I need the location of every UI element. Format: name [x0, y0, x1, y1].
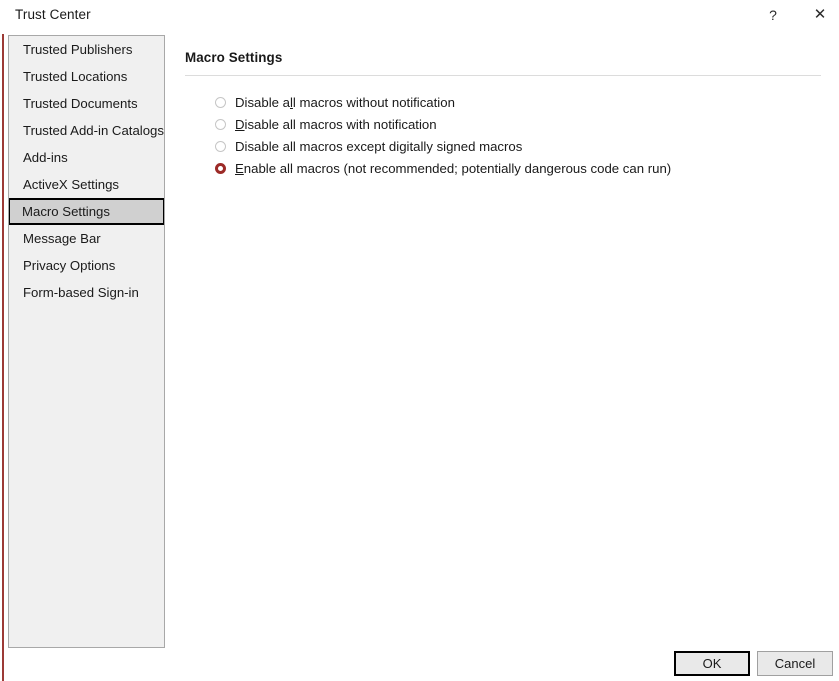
- category-sidebar: Trusted Publishers Trusted Locations Trust…: [8, 35, 165, 648]
- macro-option-label: Disable all macros with notification: [235, 116, 437, 132]
- radio-button-icon[interactable]: [215, 118, 226, 130]
- sidebar-item-trusted-locations[interactable]: Trusted Locations: [9, 63, 164, 90]
- sidebar-item-activex-settings[interactable]: ActiveX Settings: [9, 171, 164, 198]
- sidebar-item-add-ins[interactable]: Add-ins: [9, 144, 164, 171]
- sidebar-item-trusted-publishers[interactable]: Trusted Publishers: [9, 36, 164, 63]
- radio-button-icon[interactable]: [215, 140, 226, 152]
- radio-button-icon[interactable]: [215, 96, 226, 108]
- window-accent-stripe: [2, 0, 4, 681]
- radio-button-icon[interactable]: [215, 162, 226, 174]
- sidebar-item-message-bar[interactable]: Message Bar: [9, 225, 164, 252]
- macro-option-row[interactable]: Disable all macros with notification: [215, 113, 825, 135]
- ok-button[interactable]: OK: [674, 651, 750, 676]
- window-title: Trust Center: [15, 7, 91, 22]
- sidebar-item-form-based-sign-in[interactable]: Form-based Sign-in: [9, 279, 164, 306]
- macro-option-row[interactable]: Enable all macros (not recommended; pote…: [215, 157, 825, 179]
- macro-option-label: Disable all macros without notification: [235, 94, 455, 110]
- macro-option-row[interactable]: Disable all macros except digitally sign…: [215, 135, 825, 157]
- close-icon[interactable]: ✕: [799, 0, 839, 30]
- macro-option-label: Enable all macros (not recommended; pote…: [235, 160, 672, 176]
- sidebar-item-trusted-documents[interactable]: Trusted Documents: [9, 90, 164, 117]
- help-icon[interactable]: ?: [752, 0, 794, 30]
- macro-option-label: Disable all macros except digitally sign…: [235, 138, 523, 154]
- sidebar-item-macro-settings[interactable]: Macro Settings: [9, 198, 164, 225]
- title-bar: Trust Center ? ✕: [0, 0, 839, 34]
- macro-settings-radio-group: Disable all macros without notification D…: [215, 91, 825, 179]
- settings-pane: Macro Settings Disable all macros withou…: [185, 35, 825, 179]
- trust-center-dialog: Trust Center ? ✕ Trusted Publishers Trust…: [0, 0, 839, 681]
- cancel-button[interactable]: Cancel: [757, 651, 833, 676]
- sidebar-item-trusted-add-in-catalogs[interactable]: Trusted Add-in Catalogs: [9, 117, 164, 144]
- macro-option-row[interactable]: Disable all macros without notification: [215, 91, 825, 113]
- page-title: Macro Settings: [185, 50, 283, 65]
- section-divider: [185, 75, 821, 76]
- sidebar-item-privacy-options[interactable]: Privacy Options: [9, 252, 164, 279]
